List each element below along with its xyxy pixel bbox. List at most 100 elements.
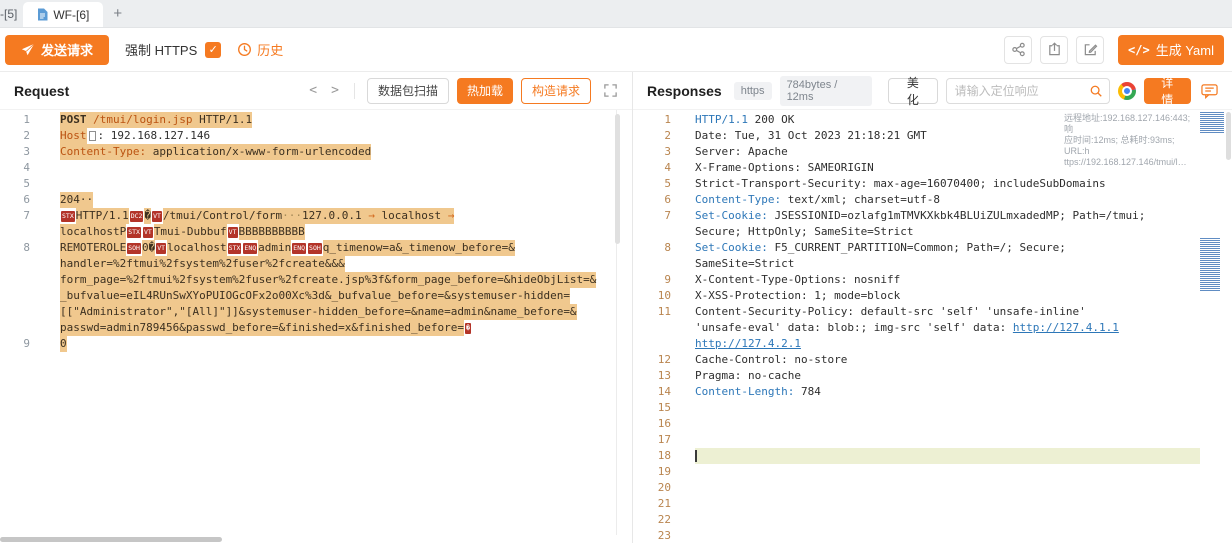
packet-scan-button[interactable]: 数据包扫描 bbox=[367, 78, 449, 104]
comment-icon[interactable] bbox=[1201, 83, 1218, 99]
tab-label: WF-[6] bbox=[53, 8, 89, 22]
open-in-browser-icon[interactable] bbox=[1118, 82, 1136, 100]
response-line-23[interactable]: 23 bbox=[633, 528, 1232, 543]
code-segment: BBBBBBBBBB bbox=[239, 224, 305, 240]
send-request-button[interactable]: 发送请求 bbox=[5, 35, 109, 65]
request-line-7-1[interactable]: 7STXHTTP/1.1DC2�VT/tmui/Control/form···1… bbox=[0, 208, 632, 224]
response-vscrollbar-thumb[interactable] bbox=[1226, 112, 1231, 160]
search-icon[interactable] bbox=[1089, 84, 1103, 98]
response-line-20[interactable]: 20 bbox=[633, 480, 1232, 496]
code-segment: localhostP bbox=[60, 224, 126, 240]
response-line-11-2[interactable]: 'unsafe-eval' data: blob:; img-src 'self… bbox=[633, 320, 1232, 336]
hot-reload-button[interactable]: 热加载 bbox=[457, 78, 513, 104]
code-segment: [["Administrator","[All]"]]&systemuser-h… bbox=[60, 304, 577, 320]
fullscreen-icon[interactable] bbox=[603, 83, 618, 98]
export-button[interactable] bbox=[1040, 36, 1068, 64]
share-icon bbox=[1011, 42, 1026, 57]
request-vscrollbar-thumb[interactable] bbox=[615, 114, 620, 244]
line-content: Content-Length: 784 bbox=[695, 384, 1200, 400]
request-line-9[interactable]: 90 bbox=[0, 336, 632, 352]
control-char-badge: VT bbox=[143, 227, 153, 238]
response-line-14[interactable]: 14Content-Length: 784 bbox=[633, 384, 1232, 400]
search-input[interactable] bbox=[955, 84, 1085, 98]
text-cursor bbox=[695, 450, 697, 462]
line-number: 7 bbox=[633, 208, 671, 224]
code-segment: X-XSS-Protection: 1; mode=block bbox=[695, 288, 900, 304]
code-segment: → bbox=[362, 208, 382, 224]
response-line-17[interactable]: 17 bbox=[633, 432, 1232, 448]
request-line-8-3[interactable]: form_page=%2ftmui%2fsystem%2fuser%2fcrea… bbox=[0, 272, 632, 288]
generate-yaml-button[interactable]: </> 生成 Yaml bbox=[1118, 35, 1224, 65]
line-number: 4 bbox=[0, 160, 30, 176]
control-char-badge: STX bbox=[61, 211, 75, 222]
response-line-1[interactable]: 1HTTP/1.1 200 OK bbox=[633, 112, 1232, 128]
force-https-checkbox[interactable]: ✓ bbox=[205, 42, 221, 58]
line-content bbox=[60, 176, 632, 192]
request-line-4[interactable]: 4 bbox=[0, 160, 632, 176]
request-line-3[interactable]: 3Content-Type: application/x-www-form-ur… bbox=[0, 144, 632, 160]
tab-active[interactable]: WF-[6] bbox=[23, 2, 103, 27]
request-line-5[interactable]: 5 bbox=[0, 176, 632, 192]
next-packet-button[interactable]: > bbox=[328, 83, 342, 98]
edit-button[interactable] bbox=[1076, 36, 1104, 64]
share-button[interactable] bbox=[1004, 36, 1032, 64]
new-tab-button[interactable]: + bbox=[103, 0, 132, 27]
response-line-7-2[interactable]: Secure; HttpOnly; SameSite=Strict bbox=[633, 224, 1232, 240]
toolbar-right-group: </> 生成 Yaml bbox=[1004, 35, 1224, 65]
line-number: 5 bbox=[633, 176, 671, 192]
request-line-8-5[interactable]: [["Administrator","[All]"]]&systemuser-h… bbox=[0, 304, 632, 320]
code-segment: Content-Length: bbox=[695, 384, 794, 400]
code-segment: Host bbox=[60, 128, 87, 144]
request-editor[interactable]: 1POST /tmui/login.jsp HTTP/1.12Host: 192… bbox=[0, 110, 632, 543]
response-line-5[interactable]: 5Strict-Transport-Security: max-age=1607… bbox=[633, 176, 1232, 192]
response-line-16[interactable]: 16 bbox=[633, 416, 1232, 432]
response-editor[interactable]: 1HTTP/1.1 200 OK2Date: Tue, 31 Oct 2023 … bbox=[633, 110, 1232, 543]
response-line-8-2[interactable]: SameSite=Strict bbox=[633, 256, 1232, 272]
control-char-badge: VT bbox=[152, 211, 162, 222]
beautify-button[interactable]: 美化 bbox=[888, 78, 937, 104]
response-line-2[interactable]: 2Date: Tue, 31 Oct 2023 21:18:21 GMT bbox=[633, 128, 1232, 144]
minimap[interactable] bbox=[1200, 112, 1224, 292]
history-button[interactable]: 历史 bbox=[237, 40, 283, 59]
response-line-11-3[interactable]: http://127.4.2.1 bbox=[633, 336, 1232, 352]
request-line-6[interactable]: 6204·· bbox=[0, 192, 632, 208]
request-hscrollbar-thumb[interactable] bbox=[0, 537, 222, 542]
response-line-11-1[interactable]: 11Content-Security-Policy: default-src '… bbox=[633, 304, 1232, 320]
response-line-3[interactable]: 3Server: Apache bbox=[633, 144, 1232, 160]
response-search bbox=[946, 78, 1110, 104]
response-line-9[interactable]: 9X-Content-Type-Options: nosniff bbox=[633, 272, 1232, 288]
clock-icon bbox=[237, 42, 252, 57]
response-line-4[interactable]: 4X-Frame-Options: SAMEORIGIN bbox=[633, 160, 1232, 176]
prev-packet-button[interactable]: < bbox=[306, 83, 320, 98]
control-char-badge: � bbox=[465, 323, 471, 334]
response-line-12[interactable]: 12Cache-Control: no-store bbox=[633, 352, 1232, 368]
response-line-10[interactable]: 10 X-XSS-Protection: 1; mode=block bbox=[633, 288, 1232, 304]
request-line-2[interactable]: 2Host: 192.168.127.146 bbox=[0, 128, 632, 144]
response-line-7-1[interactable]: 7Set-Cookie: JSESSIONID=ozlafg1mTMVKXkbk… bbox=[633, 208, 1232, 224]
response-line-13[interactable]: 13Pragma: no-cache bbox=[633, 368, 1232, 384]
request-line-8-4[interactable]: _bufvalue=eIL4RUnSwXYoPUIOGcOFx2o00Xc%3d… bbox=[0, 288, 632, 304]
tab-previous[interactable]: -[5] bbox=[0, 0, 23, 27]
response-line-19[interactable]: 19 bbox=[633, 464, 1232, 480]
response-line-15[interactable]: 15 bbox=[633, 400, 1232, 416]
line-content: Pragma: no-cache bbox=[695, 368, 1200, 384]
response-line-22[interactable]: 22 bbox=[633, 512, 1232, 528]
line-content: 'unsafe-eval' data: blob:; img-src 'self… bbox=[695, 320, 1200, 336]
request-line-7-2[interactable]: localhostPSTXVTTmui-DubbufVTBBBBBBBBBB bbox=[0, 224, 632, 240]
protocol-badge: https bbox=[734, 82, 772, 100]
details-button[interactable]: 详情 bbox=[1144, 78, 1191, 104]
response-line-18[interactable]: 18 bbox=[633, 448, 1232, 464]
code-segment: handler=%2ftmui%2fsystem%2fuser%2fcreate… bbox=[60, 256, 345, 272]
request-line-1[interactable]: 1POST /tmui/login.jsp HTTP/1.1 bbox=[0, 112, 632, 128]
response-line-8-1[interactable]: 8Set-Cookie: F5_CURRENT_PARTITION=Common… bbox=[633, 240, 1232, 256]
request-line-8-1[interactable]: 8REMOTEROLESOH0�VTlocalhostSTXENQadminEN… bbox=[0, 240, 632, 256]
request-line-8-2[interactable]: handler=%2ftmui%2fsystem%2fuser%2fcreate… bbox=[0, 256, 632, 272]
request-line-8-6[interactable]: passwd=admin789456&passwd_before=&finish… bbox=[0, 320, 632, 336]
line-number: 4 bbox=[633, 160, 671, 176]
construct-request-button[interactable]: 构造请求 bbox=[521, 78, 591, 104]
response-line-6[interactable]: 6Content-Type: text/xml; charset=utf-8 bbox=[633, 192, 1232, 208]
response-line-21[interactable]: 21 bbox=[633, 496, 1232, 512]
code-segment: : 192.168.127.146 bbox=[98, 128, 211, 144]
line-number: 10 bbox=[633, 288, 671, 304]
line-content: Content-Security-Policy: default-src 'se… bbox=[695, 304, 1200, 320]
